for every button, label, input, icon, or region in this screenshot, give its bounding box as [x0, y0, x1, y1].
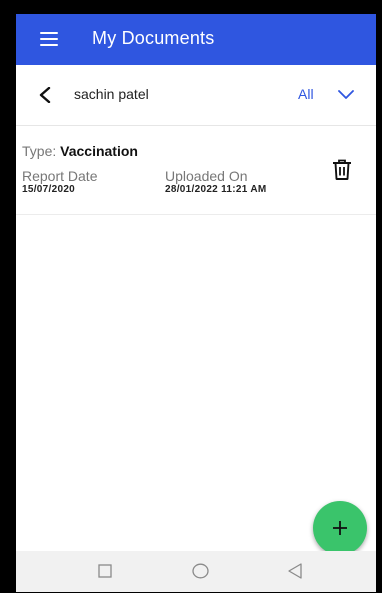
uploaded-on-label: Uploaded On: [165, 168, 248, 184]
document-type: Type: Vaccination: [22, 143, 138, 159]
back-arrow-icon[interactable]: [38, 87, 52, 103]
report-date-value: 15/07/2020: [22, 184, 76, 195]
report-date-label: Report Date: [22, 168, 98, 184]
hamburger-menu-icon[interactable]: [40, 32, 58, 46]
trash-icon[interactable]: [332, 159, 352, 181]
plus-icon: [333, 521, 347, 535]
page-title: My Documents: [92, 28, 215, 48]
circle-icon[interactable]: [192, 563, 209, 579]
add-document-button[interactable]: [313, 501, 367, 555]
filter-dropdown-value[interactable]: All: [298, 86, 314, 102]
uploaded-on-value: 28/01/2022 11:21 AM: [165, 184, 267, 195]
app-screen: My Documents sachin patel All Type: Vacc…: [16, 14, 376, 592]
document-type-value: Vaccination: [60, 143, 138, 159]
document-type-label: Type:: [22, 143, 57, 159]
document-list-item[interactable]: Type: Vaccination Report Date 15/07/2020…: [16, 126, 376, 215]
device-frame: My Documents sachin patel All Type: Vacc…: [0, 0, 382, 593]
patient-filter-bar: sachin patel All: [16, 65, 376, 126]
chevron-down-icon[interactable]: [338, 90, 354, 100]
triangle-back-icon[interactable]: [288, 563, 302, 579]
app-bar: My Documents: [16, 14, 376, 65]
patient-name: sachin patel: [74, 86, 149, 102]
system-navigation-bar: [16, 551, 376, 592]
square-icon[interactable]: [98, 564, 112, 578]
